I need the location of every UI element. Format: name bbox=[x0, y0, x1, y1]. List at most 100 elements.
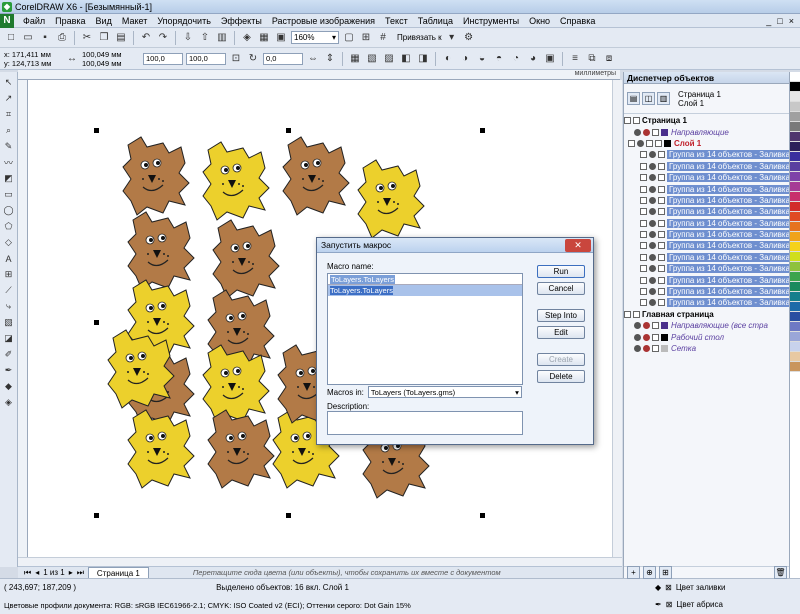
create-button[interactable]: Create bbox=[537, 353, 585, 366]
dimension-tool-icon[interactable]: ⟋ bbox=[2, 284, 16, 297]
polygon-tool-icon[interactable]: ⬠ bbox=[2, 220, 16, 233]
palette-color-chip[interactable] bbox=[790, 362, 800, 372]
visibility-eye-icon[interactable] bbox=[634, 322, 641, 330]
visibility-eye-icon[interactable] bbox=[649, 276, 656, 284]
delete-button[interactable]: Delete bbox=[537, 370, 585, 383]
palette-color-chip[interactable] bbox=[790, 122, 800, 132]
palette-color-chip[interactable] bbox=[790, 252, 800, 262]
palette-color-chip[interactable] bbox=[790, 142, 800, 152]
edit-across-layers-icon[interactable]: ◫ bbox=[642, 92, 655, 105]
run-button[interactable]: Run bbox=[537, 265, 585, 278]
menu-tools[interactable]: Инструменты bbox=[458, 16, 524, 26]
palette-color-chip[interactable] bbox=[790, 352, 800, 362]
show-properties-icon[interactable]: ▤ bbox=[627, 92, 640, 105]
visibility-eye-icon[interactable] bbox=[649, 196, 656, 204]
copy-icon[interactable]: ❐ bbox=[97, 31, 111, 45]
palette-color-chip[interactable] bbox=[790, 272, 800, 282]
visibility-eye-icon[interactable] bbox=[649, 299, 656, 307]
collapse-icon[interactable] bbox=[624, 117, 631, 125]
visibility-eye-icon[interactable] bbox=[649, 288, 656, 296]
zoom-tool-icon[interactable]: ⌕ bbox=[2, 124, 16, 137]
palette-color-chip[interactable] bbox=[790, 322, 800, 332]
menu-arrange[interactable]: Упорядочить bbox=[152, 16, 216, 26]
palette-color-chip[interactable] bbox=[790, 152, 800, 162]
visibility-eye-icon[interactable] bbox=[649, 208, 656, 216]
x-position-field[interactable]: x: 171,411 мм bbox=[4, 50, 62, 59]
maximize-icon[interactable]: □ bbox=[777, 16, 782, 26]
full-screen-icon[interactable]: ▢ bbox=[342, 31, 356, 45]
text-tool-icon[interactable]: A bbox=[2, 252, 16, 265]
step-into-button[interactable]: Step Into bbox=[537, 309, 585, 322]
expand-icon[interactable] bbox=[640, 299, 647, 307]
palette-color-chip[interactable] bbox=[790, 222, 800, 232]
new-document-icon[interactable]: □ bbox=[4, 31, 18, 45]
connector-tool-icon[interactable]: ⤷ bbox=[2, 300, 16, 313]
expand-icon[interactable] bbox=[640, 162, 647, 170]
palette-color-chip[interactable] bbox=[790, 92, 800, 102]
palette-color-chip[interactable] bbox=[790, 342, 800, 352]
smart-fill-icon[interactable]: ◩ bbox=[2, 172, 16, 185]
options-gear-icon[interactable]: ⚙ bbox=[462, 31, 476, 45]
rectangle-tool-icon[interactable]: ▭ bbox=[2, 188, 16, 201]
tree-group-item[interactable]: Группа из 14 объектов - Заливка bbox=[624, 263, 790, 274]
rotation-angle-field[interactable]: 0,0 bbox=[263, 52, 303, 65]
macro-list-item[interactable]: ToLayers.ToLayers bbox=[328, 285, 522, 296]
visibility-eye-icon[interactable] bbox=[649, 174, 656, 182]
y-position-field[interactable]: y: 124,713 мм bbox=[4, 59, 62, 68]
scale-x-field[interactable]: 100,0 bbox=[143, 52, 183, 65]
menu-file[interactable]: Файл bbox=[18, 16, 50, 26]
ellipse-tool-icon[interactable]: ◯ bbox=[2, 204, 16, 217]
freehand-tool-icon[interactable]: ✎ bbox=[2, 140, 16, 153]
collapse-icon[interactable] bbox=[624, 310, 631, 318]
tree-group-item[interactable]: Группа из 14 объектов - Заливка bbox=[624, 172, 790, 183]
palette-color-chip[interactable] bbox=[790, 232, 800, 242]
cut-icon[interactable]: ✂ bbox=[80, 31, 94, 45]
tree-group-item[interactable]: Группа из 14 объектов - Заливка bbox=[624, 297, 790, 308]
tree-grid[interactable]: Сетка bbox=[624, 343, 790, 354]
new-master-layer-icon[interactable]: ⊕ bbox=[643, 566, 656, 579]
macros-in-select[interactable]: ToLayers (ToLayers.gms) ▾ bbox=[367, 386, 522, 398]
visibility-eye-icon[interactable] bbox=[634, 128, 641, 136]
fill-tool-icon[interactable]: ◆ bbox=[2, 380, 16, 393]
coreldraw-logo-icon[interactable]: N bbox=[0, 13, 14, 28]
expand-icon[interactable] bbox=[640, 174, 647, 182]
weld-icon[interactable]: ◐ bbox=[441, 52, 455, 66]
menu-edit[interactable]: Правка bbox=[50, 16, 90, 26]
paste-icon[interactable]: ▤ bbox=[114, 31, 128, 45]
tree-group-item[interactable]: Группа из 14 объектов - Заливка bbox=[624, 161, 790, 172]
expand-icon[interactable] bbox=[640, 288, 647, 296]
tree-layer-1[interactable]: Слой 1 bbox=[624, 138, 790, 149]
outline-color-indicator[interactable]: ✒ ⊠ Цвет абриса bbox=[655, 600, 723, 609]
tree-master-guides[interactable]: Направляющие (все стра bbox=[624, 320, 790, 331]
zoom-level-select[interactable]: 160% ▾ bbox=[291, 31, 339, 44]
vertical-scrollbar[interactable] bbox=[612, 80, 622, 557]
print-toggle-icon[interactable] bbox=[643, 128, 650, 136]
pick-tool-icon[interactable]: ↖ bbox=[2, 76, 16, 89]
combine-icon[interactable]: ◧ bbox=[399, 52, 413, 66]
page-tab[interactable]: Страница 1 bbox=[87, 567, 149, 578]
palette-color-chip[interactable] bbox=[790, 162, 800, 172]
close-icon[interactable]: × bbox=[789, 16, 794, 26]
lock-icon[interactable] bbox=[652, 128, 659, 136]
palette-color-chip[interactable] bbox=[790, 262, 800, 272]
palette-color-chip[interactable] bbox=[790, 72, 800, 82]
print-toggle-icon[interactable] bbox=[643, 322, 650, 330]
first-page-icon[interactable]: ⏮ bbox=[24, 568, 31, 578]
ungroup-all-icon[interactable]: ▨ bbox=[382, 52, 396, 66]
palette-color-chip[interactable] bbox=[790, 282, 800, 292]
intersect-icon[interactable]: ◒ bbox=[475, 52, 489, 66]
expand-icon[interactable] bbox=[640, 219, 647, 227]
print-toggle-icon[interactable] bbox=[643, 333, 650, 341]
layer-manager-view-icon[interactable]: ▥ bbox=[657, 92, 670, 105]
tree-group-item[interactable]: Группа из 14 объектов - Заливка bbox=[624, 183, 790, 194]
visibility-eye-icon[interactable] bbox=[637, 139, 644, 147]
visibility-eye-icon[interactable] bbox=[634, 345, 641, 352]
trim-icon[interactable]: ◑ bbox=[458, 52, 472, 66]
import-icon[interactable]: ⇩ bbox=[181, 31, 195, 45]
expand-icon[interactable] bbox=[640, 185, 647, 193]
blend-tool-icon[interactable]: ▧ bbox=[2, 316, 16, 329]
visibility-eye-icon[interactable] bbox=[649, 162, 656, 170]
visibility-eye-icon[interactable] bbox=[649, 231, 656, 239]
to-front-icon[interactable]: ⧉ bbox=[585, 52, 599, 66]
print-toggle-icon[interactable] bbox=[646, 139, 653, 147]
